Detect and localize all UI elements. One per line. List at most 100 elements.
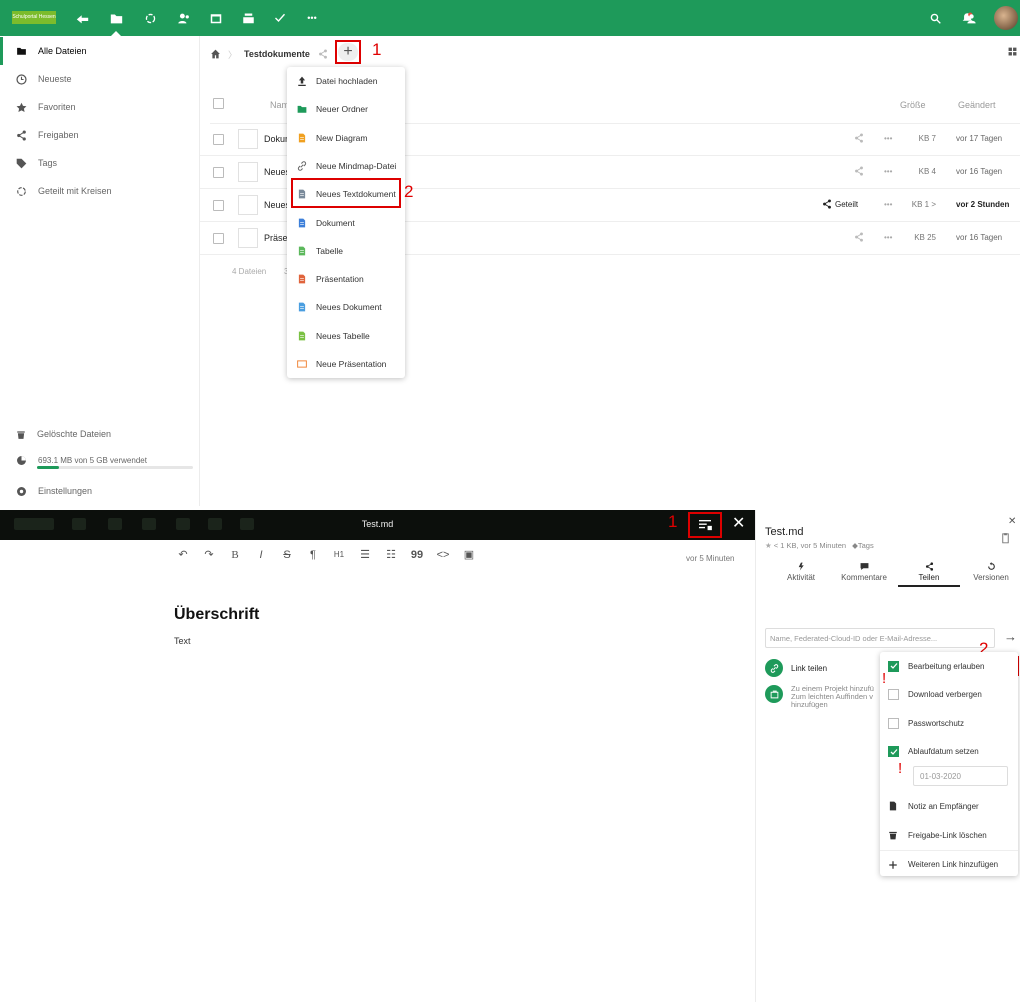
- expiry-date-input[interactable]: 01-03-2020: [913, 766, 1008, 786]
- menu-item-label: Neuer Ordner: [316, 104, 368, 115]
- tab-activity[interactable]: Aktivität: [770, 562, 832, 582]
- file-thumbnail[interactable]: [238, 162, 258, 182]
- share-search-input[interactable]: Name, Federated-Cloud-ID oder E-Mail-Adr…: [765, 628, 995, 648]
- sidebar-toggle-button[interactable]: [688, 512, 722, 538]
- option-allow-editing[interactable]: Bearbeitung erlauben: [880, 652, 1018, 680]
- sidebar-item-circles[interactable]: Geteilt mit Kreisen: [0, 177, 199, 205]
- menu-item-document[interactable]: Dokument: [287, 209, 405, 237]
- file-thumbnail[interactable]: [238, 195, 258, 215]
- more-actions-button[interactable]: •••: [884, 134, 892, 143]
- document-heading[interactable]: Überschrift: [174, 606, 259, 624]
- share-button[interactable]: Geteilt: [822, 199, 858, 209]
- row-checkbox[interactable]: [213, 233, 224, 244]
- search-icon[interactable]: [926, 9, 944, 27]
- paragraph-icon[interactable]: ¶: [300, 549, 326, 561]
- tags-link[interactable]: Tags: [858, 541, 874, 550]
- calendar-icon[interactable]: [206, 8, 226, 28]
- italic-icon[interactable]: I: [248, 549, 274, 561]
- row-checkbox[interactable]: [213, 167, 224, 178]
- share-icon: [318, 49, 327, 59]
- code-icon[interactable]: <>: [430, 549, 456, 561]
- checkbox[interactable]: [888, 746, 899, 757]
- avatar[interactable]: [994, 6, 1018, 30]
- share-button[interactable]: [854, 166, 867, 176]
- document-body[interactable]: Text: [174, 636, 191, 646]
- sidebar-quota[interactable]: 693.1 MB von 5 GB verwendet: [0, 446, 199, 474]
- menu-item-folder[interactable]: Neuer Ordner: [287, 95, 405, 123]
- checkbox[interactable]: [888, 717, 899, 729]
- menu-item-spreadsheet[interactable]: Tabelle: [287, 237, 405, 265]
- image-icon[interactable]: ▣: [456, 548, 482, 561]
- share-button[interactable]: [854, 232, 867, 242]
- strikethrough-icon[interactable]: S: [274, 549, 300, 561]
- menu-item-mindmap[interactable]: Neue Mindmap-Datei: [287, 152, 405, 180]
- file-modified: vor 16 Tagen: [956, 233, 1003, 242]
- select-all-checkbox[interactable]: [213, 98, 224, 109]
- column-size[interactable]: Größe: [900, 100, 926, 110]
- contacts-icon[interactable]: [174, 8, 194, 28]
- close-icon[interactable]: ✕: [732, 516, 745, 532]
- sidebar-item-deleted-files[interactable]: Gelöschte Dateien: [0, 420, 199, 448]
- checkbox[interactable]: [888, 689, 899, 700]
- close-icon[interactable]: ✕: [1008, 516, 1016, 527]
- blockquote-icon[interactable]: 99: [404, 549, 430, 561]
- contacts-menu-icon-glyph[interactable]: [962, 9, 980, 27]
- more-actions-button[interactable]: •••: [884, 200, 892, 209]
- redo-icon[interactable]: ↷: [196, 548, 222, 561]
- option-password-protect[interactable]: Passwortschutz: [880, 709, 1018, 737]
- heading-icon[interactable]: H1: [326, 550, 352, 559]
- undo-icon[interactable]: ↶: [170, 548, 196, 561]
- clipboard-icon[interactable]: [1000, 532, 1011, 544]
- files-icon[interactable]: [106, 8, 126, 28]
- menu-item-diagram[interactable]: New Diagram: [287, 124, 405, 152]
- highlight-box: [291, 178, 401, 208]
- sidebar-item-all-files[interactable]: Alle Dateien: [0, 37, 199, 65]
- sidebar-item-label: Alle Dateien: [38, 46, 87, 56]
- more-actions-button[interactable]: •••: [884, 233, 892, 242]
- bullet-list-icon[interactable]: ☰: [352, 548, 378, 561]
- menu-item-document[interactable]: Neues Dokument: [287, 293, 405, 321]
- more-apps-icon[interactable]: •••: [302, 8, 322, 28]
- circles-icon[interactable]: [140, 8, 160, 28]
- file-thumbnail[interactable]: [238, 228, 258, 248]
- sidebar-item-label: Geteilt mit Kreisen: [38, 186, 112, 196]
- action-note-to-recipient[interactable]: Notiz an Empfänger: [880, 792, 1018, 820]
- tab-comment[interactable]: Kommentare: [833, 562, 895, 582]
- option-hide-download[interactable]: Download verbergen: [880, 681, 1018, 709]
- tab-history[interactable]: Versionen: [960, 562, 1020, 582]
- sidebar-item-settings[interactable]: Einstellungen: [0, 477, 199, 505]
- menu-item-presentation[interactable]: Präsentation: [287, 265, 405, 293]
- menu-item-spreadsheet[interactable]: Neues Tabelle: [287, 322, 405, 350]
- ordered-list-icon[interactable]: ☷: [378, 548, 404, 561]
- deck-icon[interactable]: [238, 8, 258, 28]
- activity-icon[interactable]: [72, 8, 92, 28]
- presentation-icon: [297, 274, 316, 284]
- tasks-icon[interactable]: [270, 8, 290, 28]
- checkbox[interactable]: [888, 660, 899, 672]
- action-delete-share-link[interactable]: Freigabe-Link löschen: [880, 821, 1018, 849]
- sidebar-item-favorites[interactable]: Favoriten: [0, 93, 199, 121]
- grid-view-icon[interactable]: [1008, 47, 1017, 56]
- new-file-button[interactable]: +: [335, 40, 361, 64]
- menu-item-upload[interactable]: Datei hochladen: [287, 67, 405, 95]
- row-checkbox[interactable]: [213, 200, 224, 211]
- arrow-right-icon[interactable]: →: [1004, 629, 1017, 644]
- more-actions-button[interactable]: •••: [884, 167, 892, 176]
- menu-item-presentation[interactable]: Neue Präsentation: [287, 350, 405, 378]
- star-icon[interactable]: ★: [765, 541, 772, 550]
- row-checkbox[interactable]: [213, 134, 224, 145]
- share-icon: [925, 562, 933, 571]
- breadcrumb-current[interactable]: Testdokumente: [244, 49, 310, 59]
- bold-icon[interactable]: B: [222, 549, 248, 561]
- tab-share[interactable]: Teilen: [898, 562, 960, 587]
- sidebar-item-tags[interactable]: Tags: [0, 149, 199, 177]
- file-thumbnail[interactable]: [238, 129, 258, 149]
- file-size: 4 KB: [918, 167, 936, 176]
- file-modified: vor 16 Tagen: [956, 167, 1003, 176]
- mindmap-icon: [297, 161, 316, 171]
- action-add-another-link[interactable]: Weiteren Link hinzufügen: [880, 850, 1018, 878]
- sidebar-item-recent[interactable]: Neueste: [0, 65, 199, 93]
- column-modified[interactable]: Geändert: [958, 100, 996, 110]
- share-button[interactable]: [854, 133, 867, 143]
- sidebar-item-shares[interactable]: Freigaben: [0, 121, 199, 149]
